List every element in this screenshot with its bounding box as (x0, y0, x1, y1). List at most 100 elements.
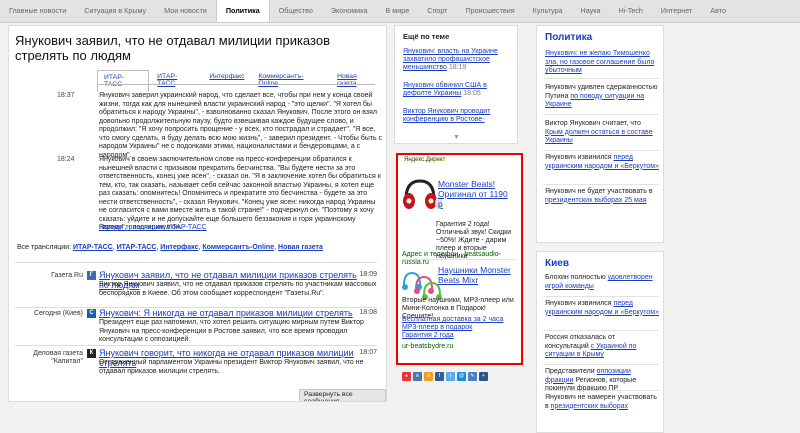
item-divider (543, 114, 659, 115)
section-divider (15, 262, 377, 263)
news-time: 18:09 (359, 271, 377, 278)
entry-time: 18:37 (57, 92, 75, 99)
item-divider (543, 390, 659, 391)
nav-item[interactable]: Наука (572, 0, 610, 22)
twitter-icon[interactable]: t (446, 372, 455, 381)
all-broadcasts-label: Все трансляции: (17, 244, 72, 251)
expand-all-button[interactable]: Развернуть все сообщения (299, 389, 386, 401)
politics-item[interactable]: Янукович: не желаю Тимошенко зла, но газ… (545, 50, 659, 76)
vk-icon[interactable]: в (413, 372, 422, 381)
kiev-item[interactable]: Янукович не намерен участвовать в презид… (545, 394, 659, 411)
related-time: 18:19 (448, 64, 467, 71)
news-snippet: Отстраненный парламентом Украины президе… (99, 359, 364, 375)
related-item[interactable]: Янукович: власть на Украине захватило пр… (403, 48, 511, 72)
politics-item[interactable]: Янукович не будет участвовать в президен… (545, 188, 659, 205)
nav-item[interactable]: Экономика (322, 0, 377, 22)
source-logo-icon: К (87, 349, 96, 358)
ok-icon[interactable]: о (424, 372, 433, 381)
ad-title[interactable]: Monster Beats! Оригинал от 1190 р (438, 179, 514, 209)
ad-item: Monster Beats! Оригинал от 1190 р Гарант… (402, 169, 518, 266)
kiev-header[interactable]: Киев (545, 258, 569, 269)
news-time: 18:07 (359, 349, 377, 356)
tabs-underline (97, 84, 375, 85)
all-broadcasts: Все трансляции: ИТАР-ТАСС, ИТАР-ТАСС, Ин… (17, 244, 323, 251)
kiev-box: Киев Блохин полностью удовлетворен игрой… (536, 251, 664, 433)
nav-item[interactable]: Происшествия (456, 0, 523, 22)
ad-links: Бесплатная доставка за 2 часа МР3-плеер … (402, 316, 514, 340)
full-broadcast-link[interactable]: Полная трансляция: ИТАР-ТАСС (99, 224, 207, 231)
broadcast-link[interactable]: ИТАР-ТАСС (117, 244, 157, 251)
ad-item: Наушники Monster Beats Mixr Вторые наушн… (402, 263, 518, 359)
item-divider (543, 150, 659, 151)
entry-text: Янукович в своем заключительном слове на… (99, 156, 381, 231)
source-tab[interactable]: ИТАР-ТАСС (151, 70, 201, 92)
related-box: Ещё по теме Янукович: власть на Украине … (394, 25, 518, 144)
news-row: Деловая газета "Капитал" К Янукович говори… (13, 348, 379, 388)
news-row: Сегодня (Киев) С Янукович: Я никогда не от… (13, 308, 379, 348)
news-source[interactable]: Сегодня (Киев) (17, 310, 83, 318)
nav-item[interactable]: Авто (701, 0, 735, 22)
ad-site[interactable]: ur-beatsbydre.ru (402, 343, 514, 351)
entry-text: Янукович заверил украинский народ, что с… (99, 92, 383, 159)
nav-item[interactable]: Интернет (652, 0, 701, 22)
broadcast-link[interactable]: Новая газета (278, 244, 323, 251)
related-item[interactable]: Виктор Янукович проводит конференцию в Р… (403, 108, 511, 124)
source-logo-icon: Г (87, 271, 96, 280)
news-source[interactable]: Деловая газета "Капитал" (17, 350, 83, 366)
ad-link[interactable]: МР3-плеер в подарок (402, 324, 514, 332)
ad-link[interactable]: Гарантия 2 года (402, 332, 514, 340)
related-time: 18:05 (463, 90, 481, 97)
headphones-image-icon[interactable] (402, 177, 443, 211)
kiev-item[interactable]: Россия отказалась от консультаций с Укра… (545, 334, 659, 360)
news-divider (15, 345, 377, 346)
kiev-item[interactable]: Блохин полностью удовлетворен игрой кома… (545, 274, 659, 291)
mailru-icon[interactable]: @ (457, 372, 466, 381)
nav-item[interactable]: Hi-Tech (610, 0, 652, 22)
broadcast-link[interactable]: Коммерсантъ-Online (202, 244, 274, 251)
politics-item[interactable]: Виктор Янукович считает, что Крым должен… (545, 120, 659, 146)
nav-item[interactable]: Культура (524, 0, 572, 22)
nav-item[interactable]: Главные новости (0, 0, 75, 22)
scroll-down-icon[interactable]: ▼ (453, 134, 460, 141)
nav-item[interactable]: Политика (215, 0, 270, 22)
source-tab[interactable]: Коммерсантъ-Online (252, 70, 329, 92)
politics-item[interactable]: Янукович извинился перед украинским наро… (545, 154, 659, 171)
item-divider (543, 364, 659, 365)
ad-label: Яндекс.Директ (402, 157, 448, 163)
item-divider (543, 296, 659, 297)
source-tabs: ИТАР-ТАСС ИТАР-ТАСС Интерфакс Коммерсантъ-O… (97, 70, 386, 92)
kiev-item[interactable]: Янукович извинился перед украинским наро… (545, 300, 659, 317)
broadcast-link[interactable]: Интерфакс (160, 244, 198, 251)
share-bar: ● в о f t @ ✎ + (402, 372, 488, 381)
entry-time: 18:24 (57, 156, 75, 163)
liveinternet-icon[interactable]: + (479, 372, 488, 381)
source-tab[interactable]: ИТАР-ТАСС (97, 70, 150, 92)
nav-item[interactable]: Общество (270, 0, 322, 22)
nav-item[interactable]: В мире (377, 0, 419, 22)
news-source[interactable]: Газета.Ru (17, 272, 83, 280)
source-tab[interactable]: Интерфакс (203, 70, 250, 92)
facebook-icon[interactable]: f (435, 372, 444, 381)
nav-item[interactable]: Ситуация в Крыму (75, 0, 155, 22)
related-header: Ещё по теме (403, 32, 450, 41)
politics-box: Политика Янукович: не желаю Тимошенко зл… (536, 25, 664, 243)
news-time: 18:08 (359, 309, 377, 316)
nav-item[interactable]: Спорт (418, 0, 456, 22)
main-story: Янукович заявил, что не отдавал милиции … (8, 25, 387, 402)
broadcast-link[interactable]: ИТАР-ТАСС (73, 244, 113, 251)
ad-link[interactable]: Бесплатная доставка за 2 часа (402, 316, 514, 324)
source-tab[interactable]: Новая газета (331, 70, 384, 92)
ad-title[interactable]: Наушники Monster Beats Mixr (438, 265, 514, 285)
livejournal-icon[interactable]: ✎ (468, 372, 477, 381)
news-title[interactable]: Янукович: Я никогда не отдавал приказов … (99, 308, 357, 318)
news-snippet: Виктор Янукович заявил, что не отдавал п… (99, 281, 377, 297)
politics-item[interactable]: Янукович удивлен сдержанностью Путина по… (545, 84, 659, 110)
ad-divider (402, 259, 515, 260)
item-divider (543, 184, 659, 185)
related-item[interactable]: Янукович обвинил США в дефолте Украины 1… (403, 82, 511, 98)
politics-header[interactable]: Политика (545, 32, 592, 43)
item-divider (543, 330, 659, 331)
right-column: Политика Янукович: не желаю Тимошенко зл… (536, 25, 664, 433)
share-icon[interactable]: ● (402, 372, 411, 381)
nav-item[interactable]: Мои новости (155, 0, 216, 22)
